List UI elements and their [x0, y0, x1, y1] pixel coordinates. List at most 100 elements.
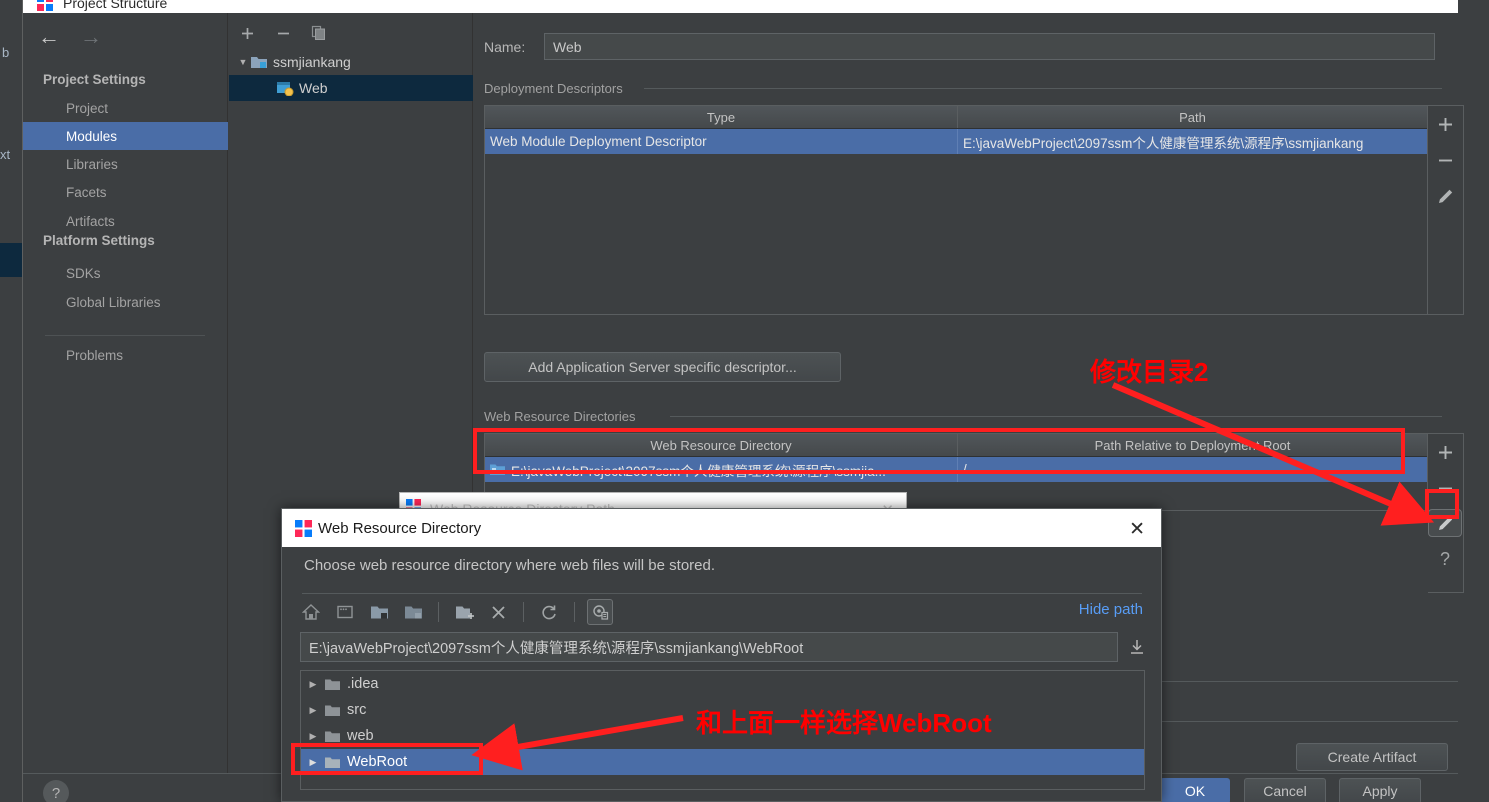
refresh-icon[interactable]	[536, 599, 562, 625]
create-artifact-button[interactable]: Create Artifact	[1296, 743, 1448, 771]
deployment-descriptors-divider	[644, 88, 1442, 89]
modules-toolbar	[237, 23, 329, 43]
plus-icon[interactable]	[1428, 106, 1462, 142]
minus-icon[interactable]	[1428, 142, 1462, 178]
dialog-subtitle: Choose web resource directory where web …	[304, 557, 716, 574]
help-icon[interactable]: ?	[1428, 541, 1462, 577]
annotation-note-2: 和上面一样选择WebRoot	[696, 708, 992, 738]
home-icon[interactable]	[298, 599, 324, 625]
settings-nav: ← → Project Settings Project Modules Lib…	[23, 13, 228, 773]
annotation-box-web-resource-row	[473, 428, 1405, 474]
deployment-descriptors-side-toolbar	[1428, 105, 1464, 315]
sidebar-item-sdks[interactable]: SDKs	[23, 259, 228, 287]
toolbar-divider-3	[574, 602, 575, 622]
copy-icon[interactable]	[309, 23, 329, 43]
remove-icon[interactable]	[273, 23, 293, 43]
background-left-strip	[0, 12, 22, 802]
apply-button[interactable]: Apply	[1339, 778, 1421, 802]
annotation-note-1: 修改目录2	[1090, 357, 1209, 387]
tree-item-label: web	[347, 728, 374, 744]
download-arrow-icon[interactable]	[1129, 639, 1145, 660]
dialog-divider	[302, 593, 1142, 594]
plus-icon[interactable]	[1428, 434, 1462, 470]
column-header-type[interactable]: Type	[485, 106, 958, 128]
chevron-down-icon[interactable]: ▼	[235, 57, 251, 67]
close-icon[interactable]: ✕	[1129, 518, 1145, 541]
intellij-logo-icon	[37, 0, 53, 11]
toolbar-divider-2	[523, 602, 524, 622]
cancel-button[interactable]: Cancel	[1244, 778, 1326, 802]
modules-tree: ▼ ssmjiankang Web	[229, 49, 473, 101]
annotation-box-webroot-item	[291, 743, 483, 775]
table-header: Type Path	[485, 106, 1427, 129]
nav-group-project-settings: Project Settings	[43, 72, 146, 87]
arrow-left-icon[interactable]: ←	[37, 25, 61, 49]
path-input[interactable]: E:\javaWebProject\2097ssm个人健康管理系统\源程序\ss…	[300, 632, 1118, 662]
intellij-logo-icon	[295, 520, 312, 541]
folder-icon	[325, 704, 340, 717]
tree-node-web[interactable]: Web	[229, 75, 473, 101]
tree-node-label: ssmjiankang	[273, 54, 351, 70]
background-sliver-text-b: b	[2, 45, 10, 60]
screen: b xt Project Structure ← → Project Setti…	[0, 0, 1489, 802]
show-hidden-icon[interactable]	[587, 599, 613, 625]
cell-path: E:\javaWebProject\2097ssm个人健康管理系统\源程序\ss…	[963, 135, 1364, 151]
tree-item-label: .idea	[347, 676, 379, 692]
nav-group-platform-settings: Platform Settings	[43, 233, 155, 248]
pencil-icon[interactable]	[1428, 178, 1462, 214]
module-name-input[interactable]: Web	[544, 33, 1435, 60]
project-structure-title: Project Structure	[63, 0, 168, 11]
hide-path-link[interactable]: Hide path	[1079, 601, 1143, 618]
chevron-right-icon[interactable]: ▶	[301, 679, 325, 690]
background-selected-sliver	[0, 243, 22, 277]
sidebar-item-global-libraries[interactable]: Global Libraries	[23, 288, 228, 316]
module-name-label: Name:	[484, 38, 526, 55]
module-folder-icon[interactable]	[400, 599, 426, 625]
new-folder-icon[interactable]	[451, 599, 477, 625]
delete-icon[interactable]	[485, 599, 511, 625]
sidebar-item-label: Artifacts	[66, 213, 115, 229]
sidebar-item-project[interactable]: Project	[23, 94, 228, 122]
tree-item-idea[interactable]: ▶ .idea	[301, 671, 1144, 697]
tree-node-label: Web	[299, 80, 328, 96]
column-header-path[interactable]: Path	[958, 106, 1427, 128]
add-icon[interactable]	[237, 23, 257, 43]
chevron-right-icon[interactable]: ▶	[301, 731, 325, 742]
arrow-right-icon[interactable]: →	[79, 25, 103, 49]
folder-icon	[325, 730, 340, 743]
deployment-descriptors-label: Deployment Descriptors	[484, 81, 629, 96]
project-folder-icon[interactable]	[366, 599, 392, 625]
background-sliver-text-xt: xt	[0, 147, 11, 162]
desktop-icon[interactable]	[332, 599, 358, 625]
cell-type: Web Module Deployment Descriptor	[485, 129, 958, 154]
sidebar-item-label: Modules	[66, 128, 118, 144]
web-resource-directories-divider	[670, 416, 1442, 417]
table-row[interactable]: Web Module Deployment Descriptor E:\java…	[485, 129, 1427, 154]
sidebar-item-problems[interactable]: Problems	[23, 341, 228, 369]
sidebar-item-label: Facets	[66, 184, 107, 200]
sidebar-item-label: Libraries	[66, 156, 118, 172]
chevron-right-icon[interactable]: ▶	[301, 705, 325, 716]
nav-arrows: ← →	[37, 25, 103, 49]
deployment-descriptors-table: Type Path Web Module Deployment Descript…	[484, 105, 1428, 315]
sidebar-item-modules[interactable]: Modules	[23, 122, 228, 150]
sidebar-item-artifacts[interactable]: Artifacts	[23, 207, 228, 235]
project-structure-titlebar[interactable]: Project Structure	[23, 0, 1458, 13]
sidebar-item-label: Global Libraries	[66, 294, 161, 310]
add-app-server-descriptor-button[interactable]: Add Application Server specific descript…	[484, 352, 841, 382]
question-circle-icon[interactable]: ?	[43, 780, 69, 802]
sidebar-item-facets[interactable]: Facets	[23, 178, 228, 206]
toolbar-divider	[438, 602, 439, 622]
nav-divider	[45, 335, 205, 336]
ok-button[interactable]: OK	[1160, 778, 1230, 802]
sidebar-item-label: Project	[66, 100, 109, 116]
file-chooser-toolbar	[298, 599, 613, 625]
module-folder-icon	[251, 55, 267, 69]
dialog-titlebar[interactable]: Web Resource Directory ✕	[282, 509, 1161, 547]
sidebar-item-label: Problems	[66, 347, 124, 363]
annotation-box-edit-button	[1425, 489, 1459, 519]
web-facet-icon	[277, 81, 294, 97]
tree-item-label: src	[347, 702, 367, 718]
sidebar-item-libraries[interactable]: Libraries	[23, 150, 228, 178]
tree-node-ssmjiankang[interactable]: ▼ ssmjiankang	[229, 49, 473, 75]
